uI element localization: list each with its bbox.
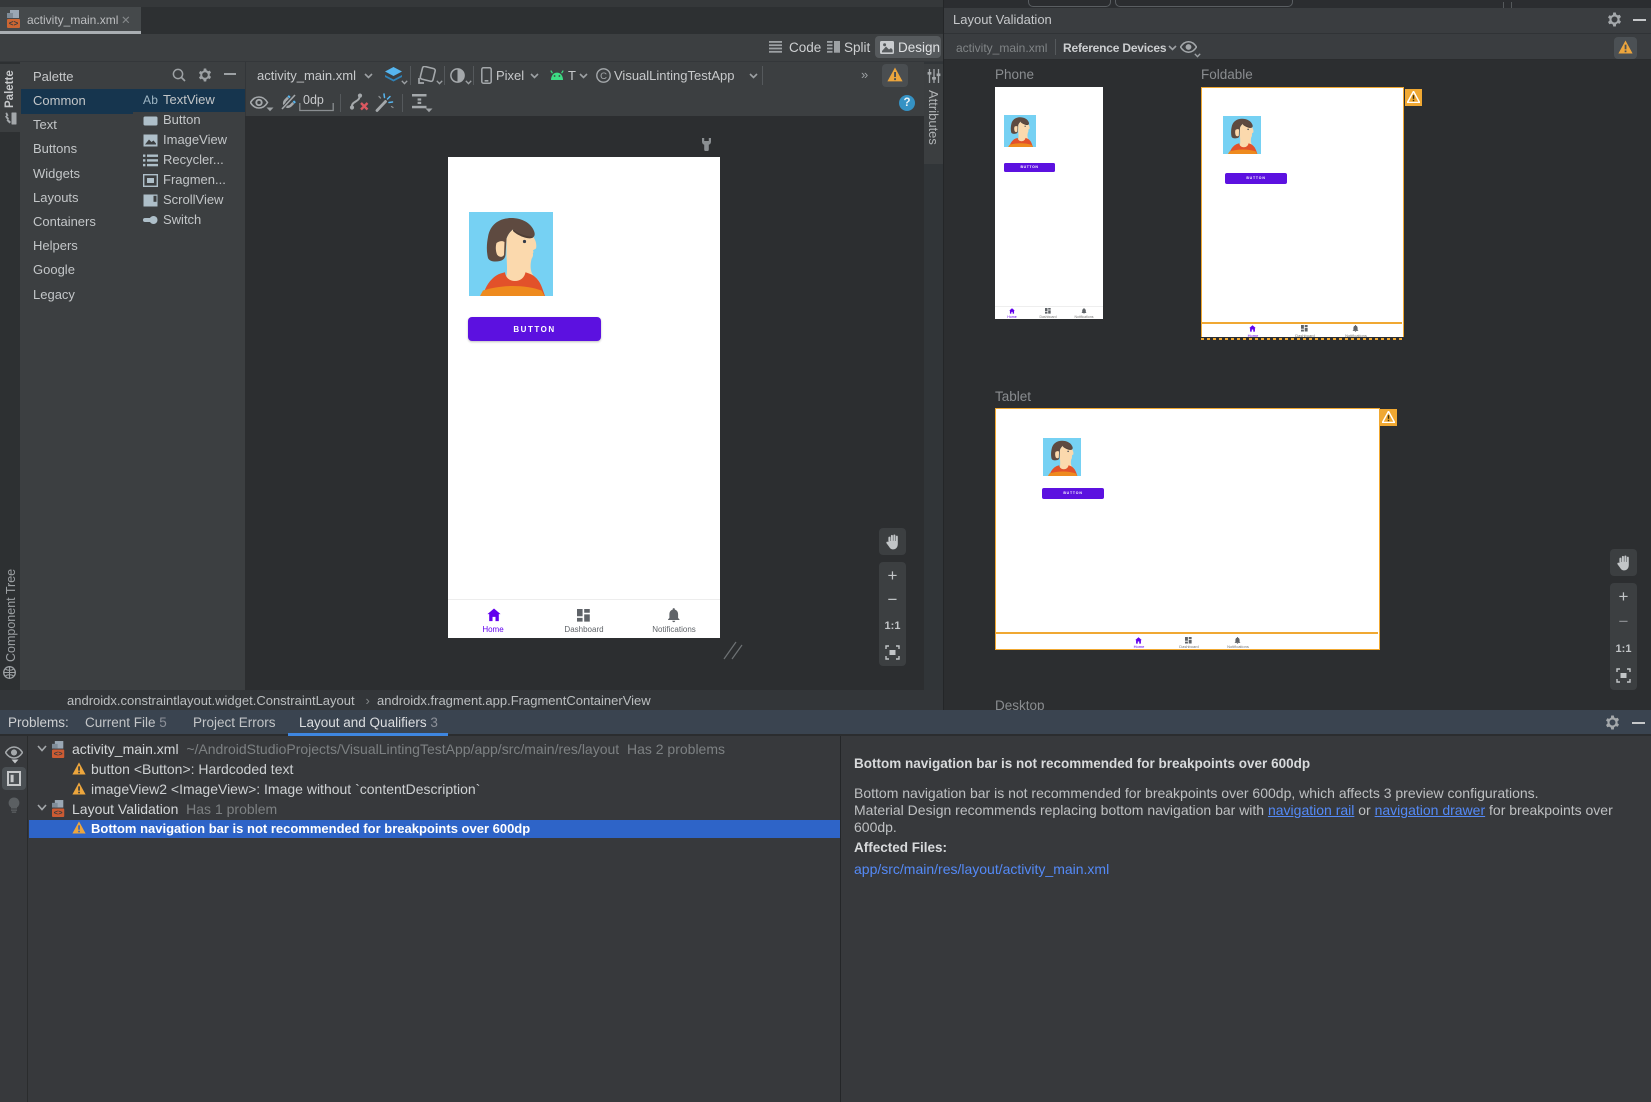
svg-text:<>: <>	[54, 751, 64, 758]
svg-text:<>: <>	[9, 20, 19, 28]
svg-text:<>: <>	[54, 810, 64, 817]
svg-text:C: C	[600, 71, 607, 82]
